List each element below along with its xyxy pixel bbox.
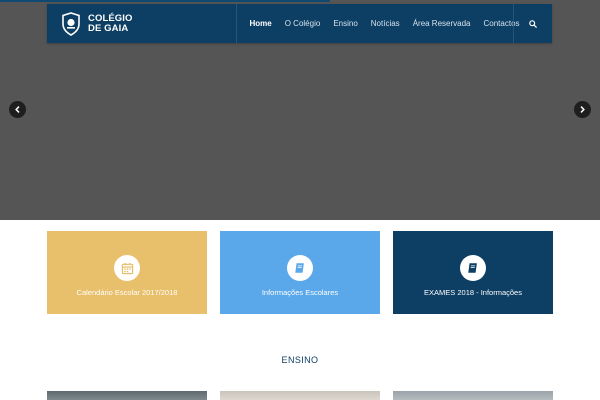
main-menu: Home O Colégio Ensino Notícias Área Rese… [243, 4, 526, 43]
tile-calendario-escolar[interactable]: Calendário Escolar 2017/2018 [47, 231, 207, 314]
tile-label: Informações Escolares [261, 288, 339, 297]
slider-progress-bar [0, 0, 330, 2]
section-title-ensino: ENSINO [281, 355, 319, 365]
nav-item-o-colegio[interactable]: O Colégio [285, 19, 321, 28]
chevron-right-icon [580, 106, 585, 113]
book-icon [468, 263, 477, 273]
nav-item-noticias[interactable]: Notícias [371, 19, 400, 28]
slider-prev-button[interactable] [9, 101, 26, 118]
tile-icon-badge [114, 255, 140, 281]
nav-item-area-reservada[interactable]: Área Reservada [413, 19, 471, 28]
top-navbar: COLÉGIO DE GAIA Home O Colégio Ensino No… [47, 4, 552, 43]
search-button[interactable] [514, 4, 552, 43]
book-icon [295, 263, 304, 273]
chevron-left-icon [15, 106, 20, 113]
tile-label: EXAMES 2018 - Informações [424, 288, 522, 297]
tile-icon-badge [460, 255, 486, 281]
logo-line-2: DE GAIA [88, 23, 129, 34]
ensino-card-image[interactable] [47, 391, 207, 400]
ensino-card-image[interactable] [393, 391, 553, 400]
tile-label: Calendário Escolar 2017/2018 [76, 288, 178, 297]
nav-divider-left [236, 4, 237, 43]
search-icon [529, 19, 537, 28]
ensino-card-image[interactable] [220, 391, 380, 400]
tile-icon-badge [287, 255, 313, 281]
hero-slider: COLÉGIO DE GAIA Home O Colégio Ensino No… [0, 0, 600, 220]
calendar-icon [121, 262, 133, 274]
slider-next-button[interactable] [574, 101, 591, 118]
site-logo-text: COLÉGIO DE GAIA [88, 14, 133, 34]
nav-item-ensino[interactable]: Ensino [333, 19, 357, 28]
site-logo[interactable]: COLÉGIO DE GAIA [61, 11, 133, 37]
tile-exames-2018[interactable]: EXAMES 2018 - Informações [393, 231, 553, 314]
school-crest-icon [62, 12, 80, 36]
tile-informacoes-escolares[interactable]: Informações Escolares [220, 231, 380, 314]
nav-item-home[interactable]: Home [250, 19, 272, 28]
